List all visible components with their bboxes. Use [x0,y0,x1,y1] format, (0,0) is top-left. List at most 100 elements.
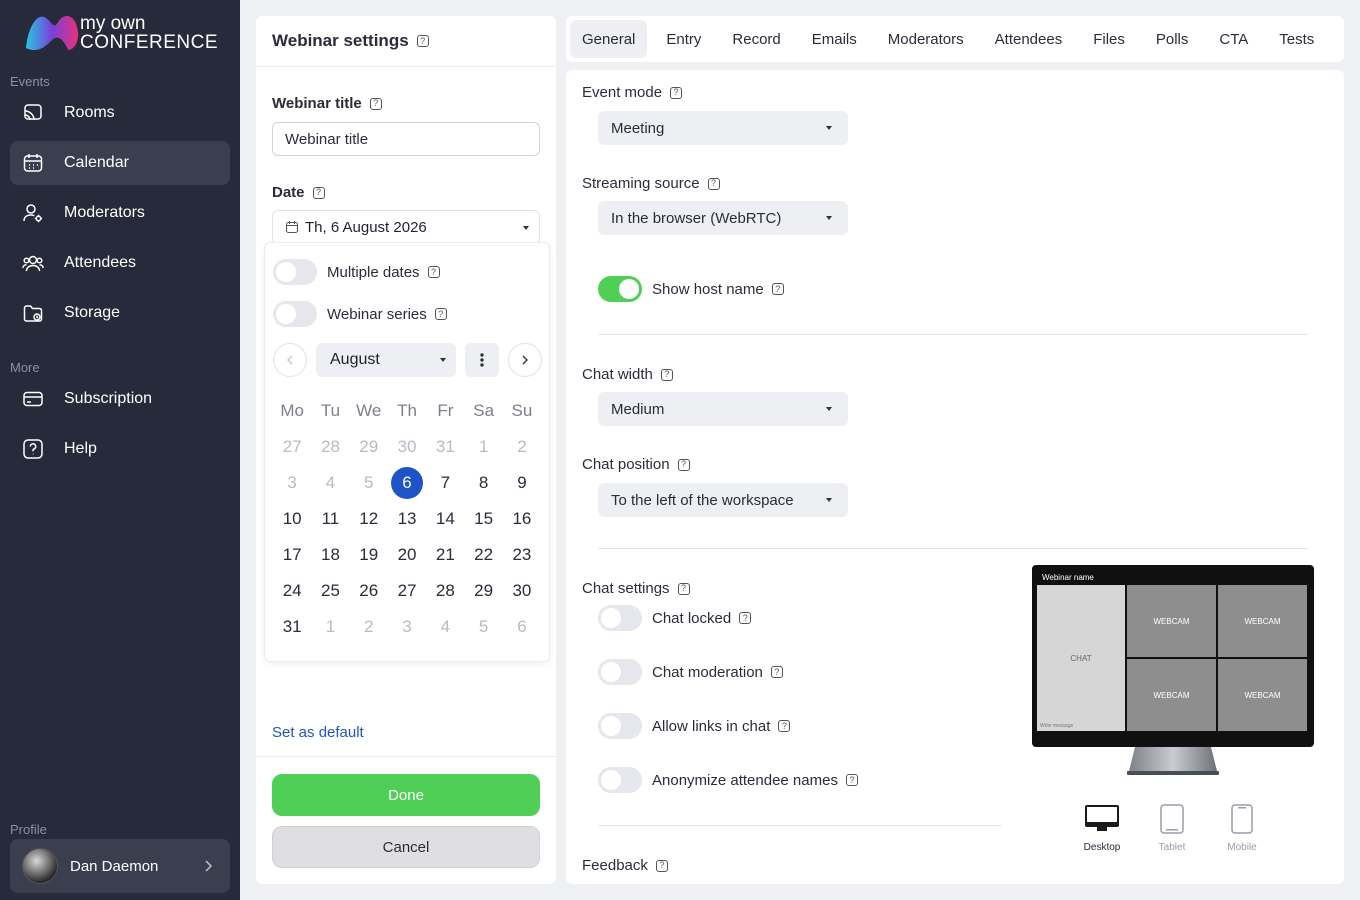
multiple-dates-toggle[interactable] [273,259,317,285]
calendar-day[interactable]: 6 [503,609,541,645]
device-desktop[interactable]: Desktop [1072,804,1132,853]
calendar-day[interactable]: 28 [311,429,349,465]
date-select[interactable]: Th, 6 August 2026 [272,210,540,244]
webinar-title-input[interactable] [272,122,540,156]
help-icon[interactable]: ? [312,186,325,199]
profile-button[interactable]: Dan Daemon [10,839,230,893]
calendar-day[interactable]: 10 [273,501,311,537]
tab-entry[interactable]: Entry [654,20,713,58]
sidebar-item-attendees[interactable]: Attendees [10,241,230,285]
calendar-day[interactable]: 11 [311,501,349,537]
tab-moderators[interactable]: Moderators [876,20,976,58]
help-icon[interactable]: ? [845,774,858,786]
set-as-default-link[interactable]: Set as default [272,724,364,741]
calendar-day[interactable]: 2 [503,429,541,465]
help-icon[interactable]: ? [770,666,783,678]
calendar-day[interactable]: 29 [350,429,388,465]
calendar-day[interactable]: 16 [503,501,541,537]
sidebar-item-rooms[interactable]: Rooms [10,91,230,135]
calendar-day[interactable]: 7 [426,465,464,501]
calendar-day[interactable]: 31 [426,429,464,465]
tab-polls[interactable]: Polls [1144,20,1201,58]
calendar-day[interactable]: 25 [311,573,349,609]
calendar-day[interactable]: 1 [464,429,502,465]
calendar-day[interactable]: 30 [503,573,541,609]
help-icon[interactable]: ? [677,582,690,595]
sidebar-item-moderators[interactable]: Moderators [10,191,230,235]
allow-links-toggle[interactable] [598,713,642,739]
calendar-day[interactable]: 23 [503,537,541,573]
sidebar-item-storage[interactable]: Storage [10,291,230,335]
help-icon[interactable]: ? [655,859,668,872]
tab-tests[interactable]: Tests [1267,20,1326,58]
prev-month-button[interactable] [273,343,307,377]
anonymize-toggle[interactable] [598,767,642,793]
help-icon[interactable]: ? [677,458,690,471]
tab-emails[interactable]: Emails [800,20,869,58]
calendar-day[interactable]: 27 [273,429,311,465]
calendar-day[interactable]: 9 [503,465,541,501]
calendar-day[interactable]: 13 [388,501,426,537]
calendar-day[interactable]: 1 [311,609,349,645]
calendar-day[interactable]: 26 [350,573,388,609]
calendar-day-selected[interactable]: 6 [388,465,426,501]
month-select[interactable]: August [316,343,456,377]
chat-position-select[interactable]: To the left of the workspace [598,483,848,517]
calendar-day[interactable]: 27 [388,573,426,609]
help-icon[interactable]: ? [771,283,784,295]
help-icon[interactable]: ? [670,86,683,99]
chat-moderation-toggle[interactable] [598,659,642,685]
help-icon[interactable]: ? [778,720,791,732]
calendar-day[interactable]: 4 [426,609,464,645]
calendar-day[interactable]: 19 [350,537,388,573]
help-icon[interactable]: ? [369,97,382,110]
tab-cta[interactable]: CTA [1207,20,1260,58]
sidebar-item-help[interactable]: Help [10,427,230,471]
calendar-day[interactable]: 28 [426,573,464,609]
tab-attendees[interactable]: Attendees [983,20,1075,58]
calendar-day[interactable]: 31 [273,609,311,645]
calendar-day[interactable]: 18 [311,537,349,573]
calendar-day[interactable]: 2 [350,609,388,645]
tab-general[interactable]: General [570,20,648,58]
sidebar-item-subscription[interactable]: Subscription [10,377,230,421]
help-icon[interactable]: ? [434,308,447,320]
chat-locked-toggle[interactable] [598,605,642,631]
device-tablet[interactable]: Tablet [1142,804,1202,853]
calendar-day[interactable]: 12 [350,501,388,537]
chat-width-select[interactable]: Medium [598,392,848,426]
calendar-day[interactable]: 4 [311,465,349,501]
webinar-series-toggle[interactable] [273,301,317,327]
calendar-day[interactable]: 3 [388,609,426,645]
calendar-day[interactable]: 30 [388,429,426,465]
logo[interactable]: my own CONFERENCE [24,10,224,56]
calendar-day[interactable]: 20 [388,537,426,573]
sidebar-item-calendar[interactable]: Calendar [10,141,230,185]
device-mobile[interactable]: Mobile [1212,804,1272,853]
help-icon[interactable]: ? [707,177,720,190]
calendar-day[interactable]: 3 [273,465,311,501]
help-icon[interactable]: ? [660,368,673,381]
calendar-day[interactable]: 5 [350,465,388,501]
show-host-name-toggle[interactable] [598,276,642,302]
cancel-button[interactable]: Cancel [272,826,540,868]
calendar-day[interactable]: 8 [464,465,502,501]
next-month-button[interactable] [508,343,542,377]
calendar-day[interactable]: 5 [464,609,502,645]
calendar-day[interactable]: 15 [464,501,502,537]
calendar-day[interactable]: 29 [464,573,502,609]
streaming-source-select[interactable]: In the browser (WebRTC) [598,201,848,235]
more-options-button[interactable] [465,343,499,377]
help-icon[interactable]: ? [739,612,752,624]
done-button[interactable]: Done [272,774,540,816]
calendar-day[interactable]: 22 [464,537,502,573]
calendar-day[interactable]: 21 [426,537,464,573]
tab-files[interactable]: Files [1081,20,1137,58]
help-icon[interactable]: ? [427,266,440,278]
help-icon[interactable]: ? [416,35,429,47]
event-mode-select[interactable]: Meeting [598,111,848,145]
calendar-day[interactable]: 14 [426,501,464,537]
calendar-day[interactable]: 24 [273,573,311,609]
calendar-day[interactable]: 17 [273,537,311,573]
tab-record[interactable]: Record [720,20,792,58]
